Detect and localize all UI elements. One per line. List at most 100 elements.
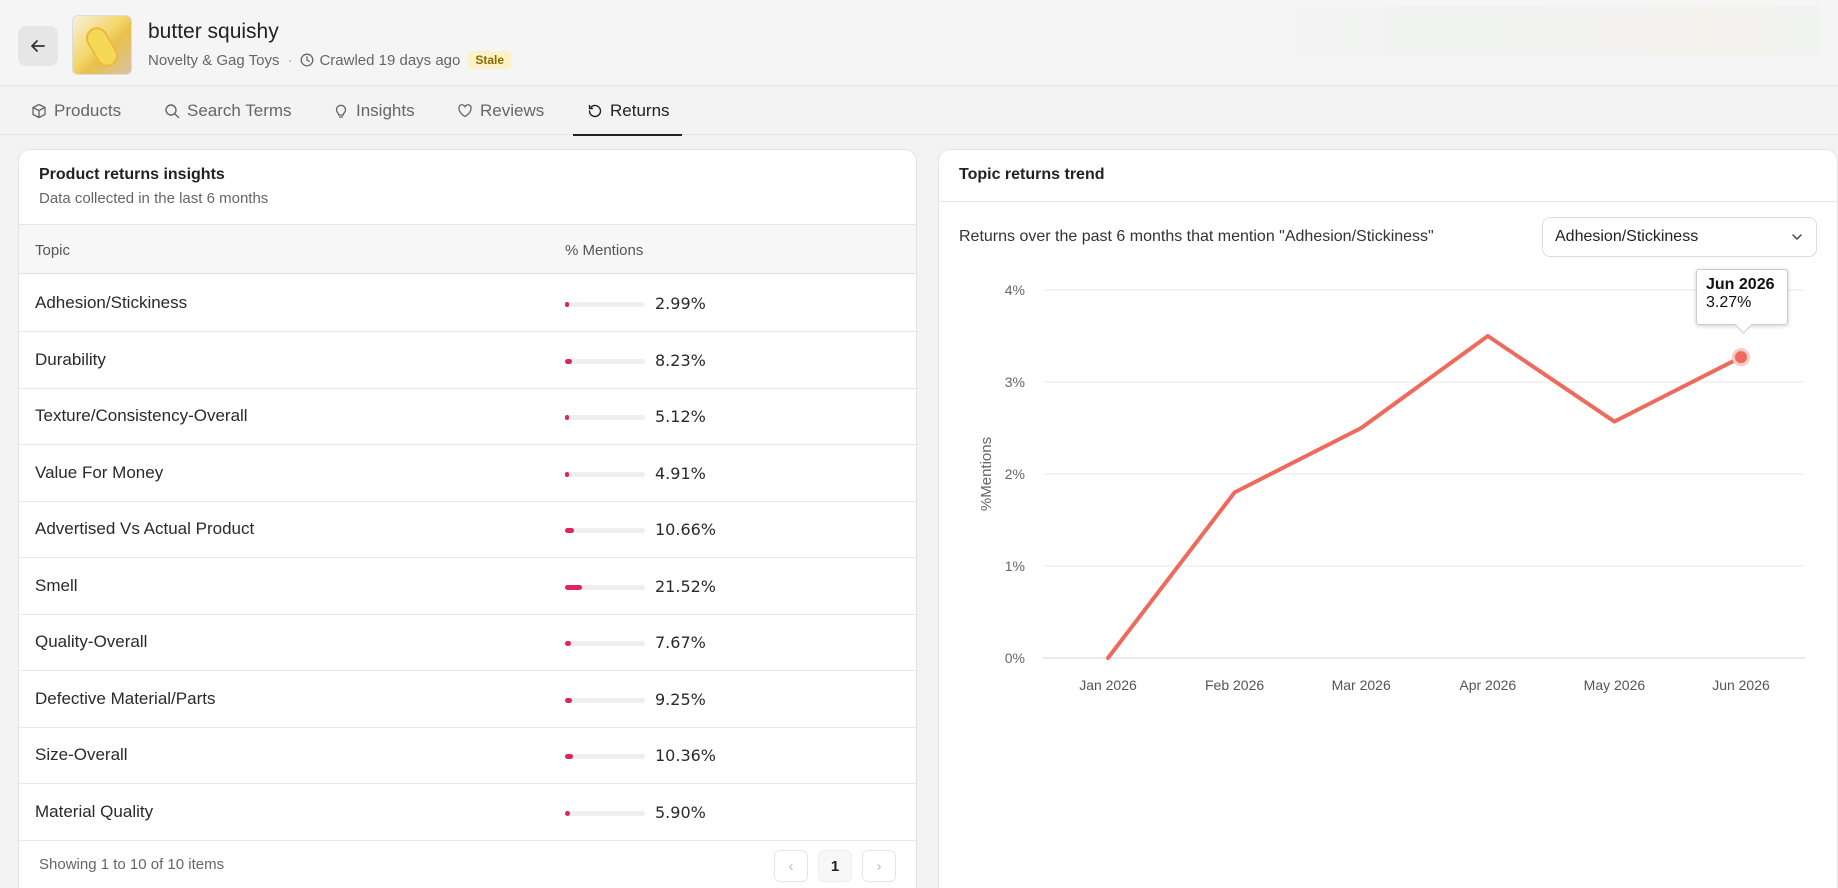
- mention-bar: [565, 641, 645, 646]
- table-row[interactable]: Adhesion/Stickiness 2.99%: [19, 275, 916, 332]
- mention-bar: [565, 415, 645, 420]
- mention-bar: [565, 302, 645, 307]
- y-tick-label: 0%: [1005, 650, 1025, 666]
- topic-name: Value For Money: [35, 462, 164, 482]
- card-title: Topic returns trend: [959, 166, 1105, 183]
- mention-percent: 21.52%: [655, 576, 717, 596]
- topic-name: Adhesion/Stickiness: [35, 293, 188, 312]
- tooltip-date: Jun 2026: [1706, 276, 1775, 293]
- mention-bar: [565, 584, 645, 590]
- status-badge: Stale: [468, 51, 512, 69]
- box-icon: [32, 103, 46, 118]
- mention-bar-fill: [565, 810, 570, 816]
- mention-percent: 5.90%: [655, 802, 706, 822]
- x-tick-label: May 2026: [1584, 677, 1646, 693]
- refresh-icon: [588, 104, 602, 117]
- trend-description: Returns over the past 6 months that ment…: [959, 228, 1434, 245]
- tab-label: Reviews: [480, 100, 545, 120]
- tab-returns[interactable]: Returns: [573, 86, 681, 136]
- tab-label: Products: [54, 100, 122, 120]
- card-header: Topic returns trend: [939, 150, 1837, 202]
- tab-label: Search Terms: [187, 100, 292, 120]
- column-header-mentions[interactable]: % Mentions: [565, 242, 643, 259]
- select-value: Adhesion/Stickiness: [1555, 228, 1699, 245]
- table-row[interactable]: Texture/Consistency-Overall 5.12%: [19, 388, 916, 445]
- tab-products[interactable]: Products: [31, 86, 121, 135]
- topic-select[interactable]: Adhesion/Stickiness: [1542, 217, 1817, 257]
- card-title: Product returns insights: [39, 166, 225, 183]
- mention-bar: [565, 471, 645, 477]
- table-row[interactable]: Defective Material/Parts 9.25%: [19, 671, 916, 728]
- mention-percent: 8.23%: [655, 350, 706, 370]
- topic-name: Size-Overall: [35, 745, 128, 764]
- page-1-button[interactable]: 1: [818, 850, 852, 882]
- next-page-button[interactable]: ›: [862, 850, 896, 882]
- y-axis-label: %Mentions: [978, 437, 995, 511]
- mention-percent: 10.66%: [655, 520, 717, 539]
- mention-bar: [565, 754, 645, 759]
- arrow-left-icon: [31, 40, 45, 52]
- mention-bar-fill: [565, 641, 572, 646]
- x-tick-label: Feb 2026: [1205, 677, 1264, 693]
- y-tick-label: 2%: [1005, 466, 1025, 482]
- mention-percent: 5.12%: [655, 407, 706, 426]
- product-category: Novelty & Gag Toys: [148, 51, 280, 69]
- highlight-point: [1735, 351, 1747, 364]
- table-row[interactable]: Material Quality 5.90%: [19, 784, 916, 841]
- mention-percent: 10.36%: [655, 746, 717, 765]
- topic-name: Texture/Consistency-Overall: [35, 406, 248, 425]
- topic-name: Defective Material/Parts: [35, 688, 216, 708]
- y-tick-label: 4%: [1005, 282, 1025, 298]
- crawl-info: Crawled 19 days ago: [300, 52, 460, 69]
- pagination-summary: Showing 1 to 10 of 10 items: [39, 856, 225, 873]
- search-icon: [165, 103, 180, 118]
- lightbulb-icon: [335, 104, 347, 118]
- heart-icon: [458, 103, 472, 117]
- x-tick-label: Apr 2026: [1459, 677, 1516, 693]
- product-meta: Novelty & Gag Toys · Crawled 19 days ago…: [148, 51, 512, 69]
- product-thumbnail[interactable]: [72, 15, 132, 75]
- table-row[interactable]: Quality-Overall 7.67%: [19, 614, 916, 671]
- topic-name: Quality-Overall: [35, 632, 148, 651]
- chevron-down-icon: [1792, 234, 1802, 240]
- table-row[interactable]: Value For Money 4.91%: [19, 445, 916, 502]
- mention-bar-fill: [565, 415, 570, 420]
- mention-percent: 9.25%: [655, 689, 706, 709]
- x-tick-label: Jan 2026: [1079, 677, 1137, 693]
- mention-percent: 2.99%: [655, 294, 706, 313]
- mention-percent: 4.91%: [655, 463, 706, 483]
- tab-search-terms[interactable]: Search Terms: [164, 86, 292, 135]
- clock-icon: [301, 53, 314, 67]
- header-decoration: [1280, 6, 1820, 56]
- trend-line-chart: 0% 1% 2% 3% 4% Jan 2026 Feb 2026 Mar 2026 Apr 20…: [978, 282, 1805, 693]
- back-button[interactable]: [18, 26, 58, 66]
- tab-reviews[interactable]: Reviews: [457, 86, 544, 135]
- mention-bar-fill: [565, 302, 569, 307]
- table-row[interactable]: Advertised Vs Actual Product 10.66%: [19, 501, 916, 558]
- mention-bar-fill: [565, 471, 569, 477]
- series-line: [1106, 334, 1743, 660]
- topic-name: Durability: [35, 349, 106, 369]
- card-subtitle: Data collected in the last 6 months: [39, 190, 269, 207]
- y-tick-label: 1%: [1005, 558, 1025, 574]
- tab-label: Insights: [356, 100, 415, 120]
- table-row[interactable]: Size-Overall 10.36%: [19, 727, 916, 784]
- topic-name: Advertised Vs Actual Product: [35, 519, 255, 538]
- topic-trend-card: Topic returns trend Returns over the pas…: [938, 149, 1838, 888]
- prev-page-button[interactable]: ‹: [774, 850, 808, 882]
- tab-label: Returns: [610, 100, 670, 120]
- table-row[interactable]: Smell 21.52%: [19, 558, 916, 615]
- x-tick-label: Mar 2026: [1332, 677, 1391, 693]
- returns-insights-card: Product returns insights Data collected …: [18, 149, 917, 888]
- column-header-topic[interactable]: Topic: [35, 242, 70, 259]
- crawled-text: Crawled 19 days ago: [319, 51, 461, 69]
- table-row[interactable]: Durability 8.23%: [19, 332, 916, 389]
- tab-insights[interactable]: Insights: [333, 86, 415, 135]
- mention-percent: 7.67%: [655, 633, 706, 652]
- mention-bar-fill: [565, 754, 574, 759]
- mention-bar-fill: [565, 528, 574, 533]
- x-tick-label: Jun 2026: [1712, 677, 1770, 693]
- tooltip-value: 3.27%: [1706, 294, 1752, 311]
- topic-name: Material Quality: [35, 801, 154, 821]
- product-title: butter squishy: [148, 20, 279, 43]
